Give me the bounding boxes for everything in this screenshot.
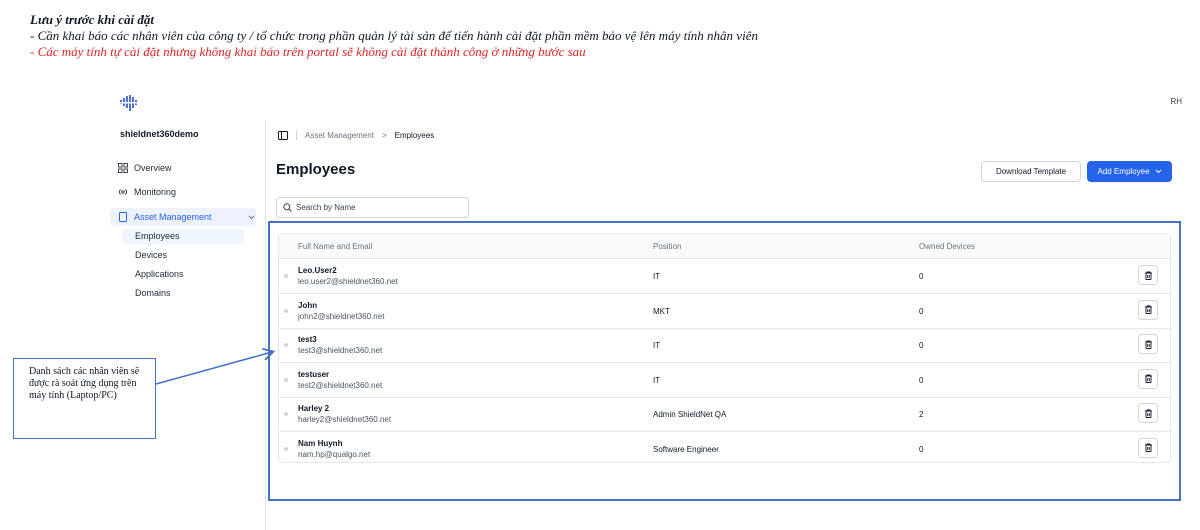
annotation-callout: Danh sách các nhân viên sẽ được rà soát … [13,358,156,439]
annotation-arrow [155,0,1200,385]
callout-text: Danh sách các nhân viên sẽ được rà soát … [29,366,140,401]
